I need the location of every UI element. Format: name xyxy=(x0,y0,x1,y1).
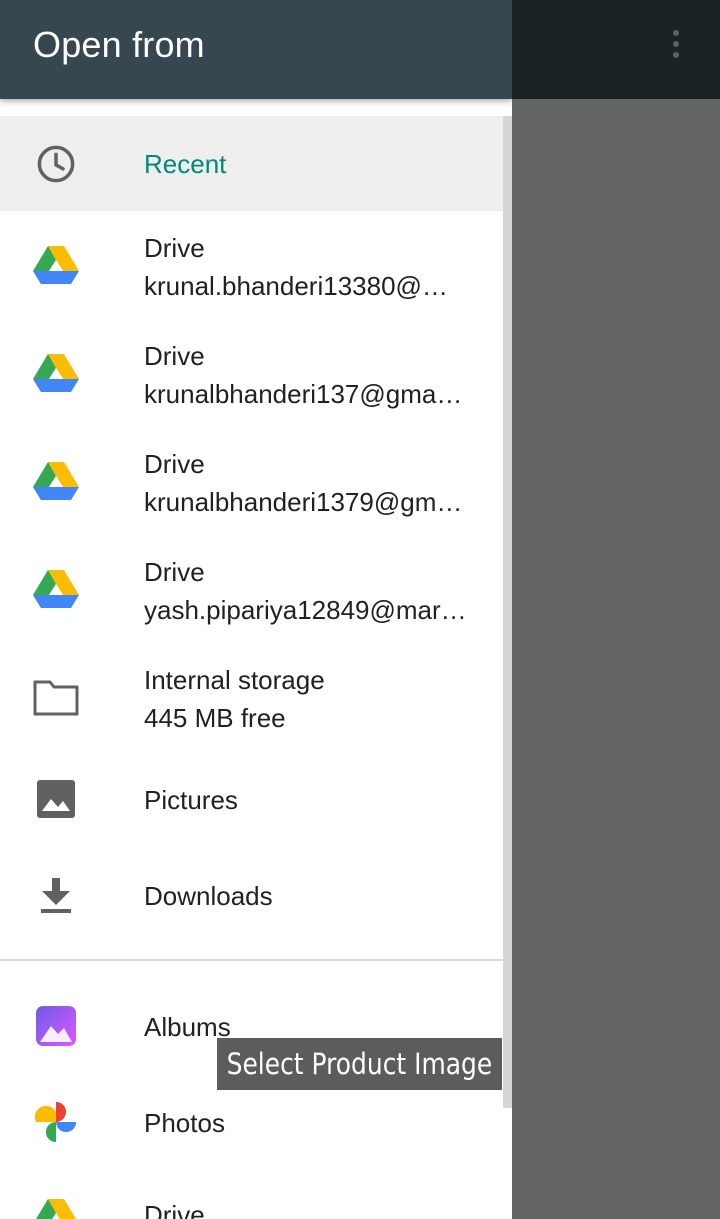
nav-item-pictures[interactable]: Pictures xyxy=(0,751,503,847)
google-drive-icon xyxy=(32,565,80,613)
download-icon xyxy=(32,871,80,919)
google-drive-icon xyxy=(32,1194,80,1219)
nav-item-label: Drive xyxy=(144,341,205,371)
menu-dot xyxy=(673,52,679,58)
nav-item-label: Drive xyxy=(144,1200,205,1219)
nav-item-account: yash.pipariya12849@mar… xyxy=(144,595,467,625)
clock-icon xyxy=(32,140,80,188)
nav-item-recent[interactable]: Recent xyxy=(0,116,503,211)
nav-item-drive[interactable]: Drive krunalbhanderi137@gma… xyxy=(0,319,503,427)
nav-item-internal-storage[interactable]: Internal storage 445 MB free xyxy=(0,643,503,751)
nav-item-drive[interactable]: Drive xyxy=(0,1170,503,1219)
nav-item-label: Internal storage xyxy=(144,665,325,695)
nav-item-label: Recent xyxy=(144,149,227,179)
nav-item-account: krunalbhanderi137@gma… xyxy=(144,379,463,409)
menu-dot xyxy=(673,30,679,36)
menu-dot xyxy=(673,41,679,47)
nav-item-label: Drive xyxy=(144,233,205,263)
nav-item-drive[interactable]: Drive yash.pipariya12849@mar… xyxy=(0,535,503,643)
toast-message: Select Product Image xyxy=(217,1038,502,1090)
toast-text: Select Product Image xyxy=(226,1047,493,1081)
google-drive-icon xyxy=(32,349,80,397)
drawer-title: Open from xyxy=(33,24,205,65)
folder-icon xyxy=(32,673,80,721)
google-photos-icon xyxy=(32,1098,80,1146)
scrollbar[interactable] xyxy=(503,116,512,1108)
nav-item-label: Downloads xyxy=(144,881,273,911)
navigation-drawer: Open from Recent Drive krunal.bhanderi13… xyxy=(0,0,512,1219)
image-icon xyxy=(32,775,80,823)
nav-item-account: krunalbhanderi1379@gm… xyxy=(144,487,463,517)
nav-item-label: Pictures xyxy=(144,785,238,815)
nav-item-downloads[interactable]: Downloads xyxy=(0,847,503,943)
section-divider xyxy=(0,959,512,961)
nav-item-drive[interactable]: Drive krunalbhanderi1379@gm… xyxy=(0,427,503,535)
more-vert-icon[interactable] xyxy=(660,22,692,66)
drawer-header: Open from xyxy=(0,0,512,99)
google-drive-icon xyxy=(32,457,80,505)
albums-app-icon xyxy=(32,1002,80,1050)
nav-item-label: Drive xyxy=(144,449,205,479)
google-drive-icon xyxy=(32,241,80,289)
nav-item-drive[interactable]: Drive krunal.bhanderi13380@… xyxy=(0,211,503,319)
nav-item-label: Drive xyxy=(144,557,205,587)
storage-free-text: 445 MB free xyxy=(144,703,286,733)
nav-item-account: krunal.bhanderi13380@… xyxy=(144,271,448,301)
nav-item-label: Photos xyxy=(144,1108,225,1138)
